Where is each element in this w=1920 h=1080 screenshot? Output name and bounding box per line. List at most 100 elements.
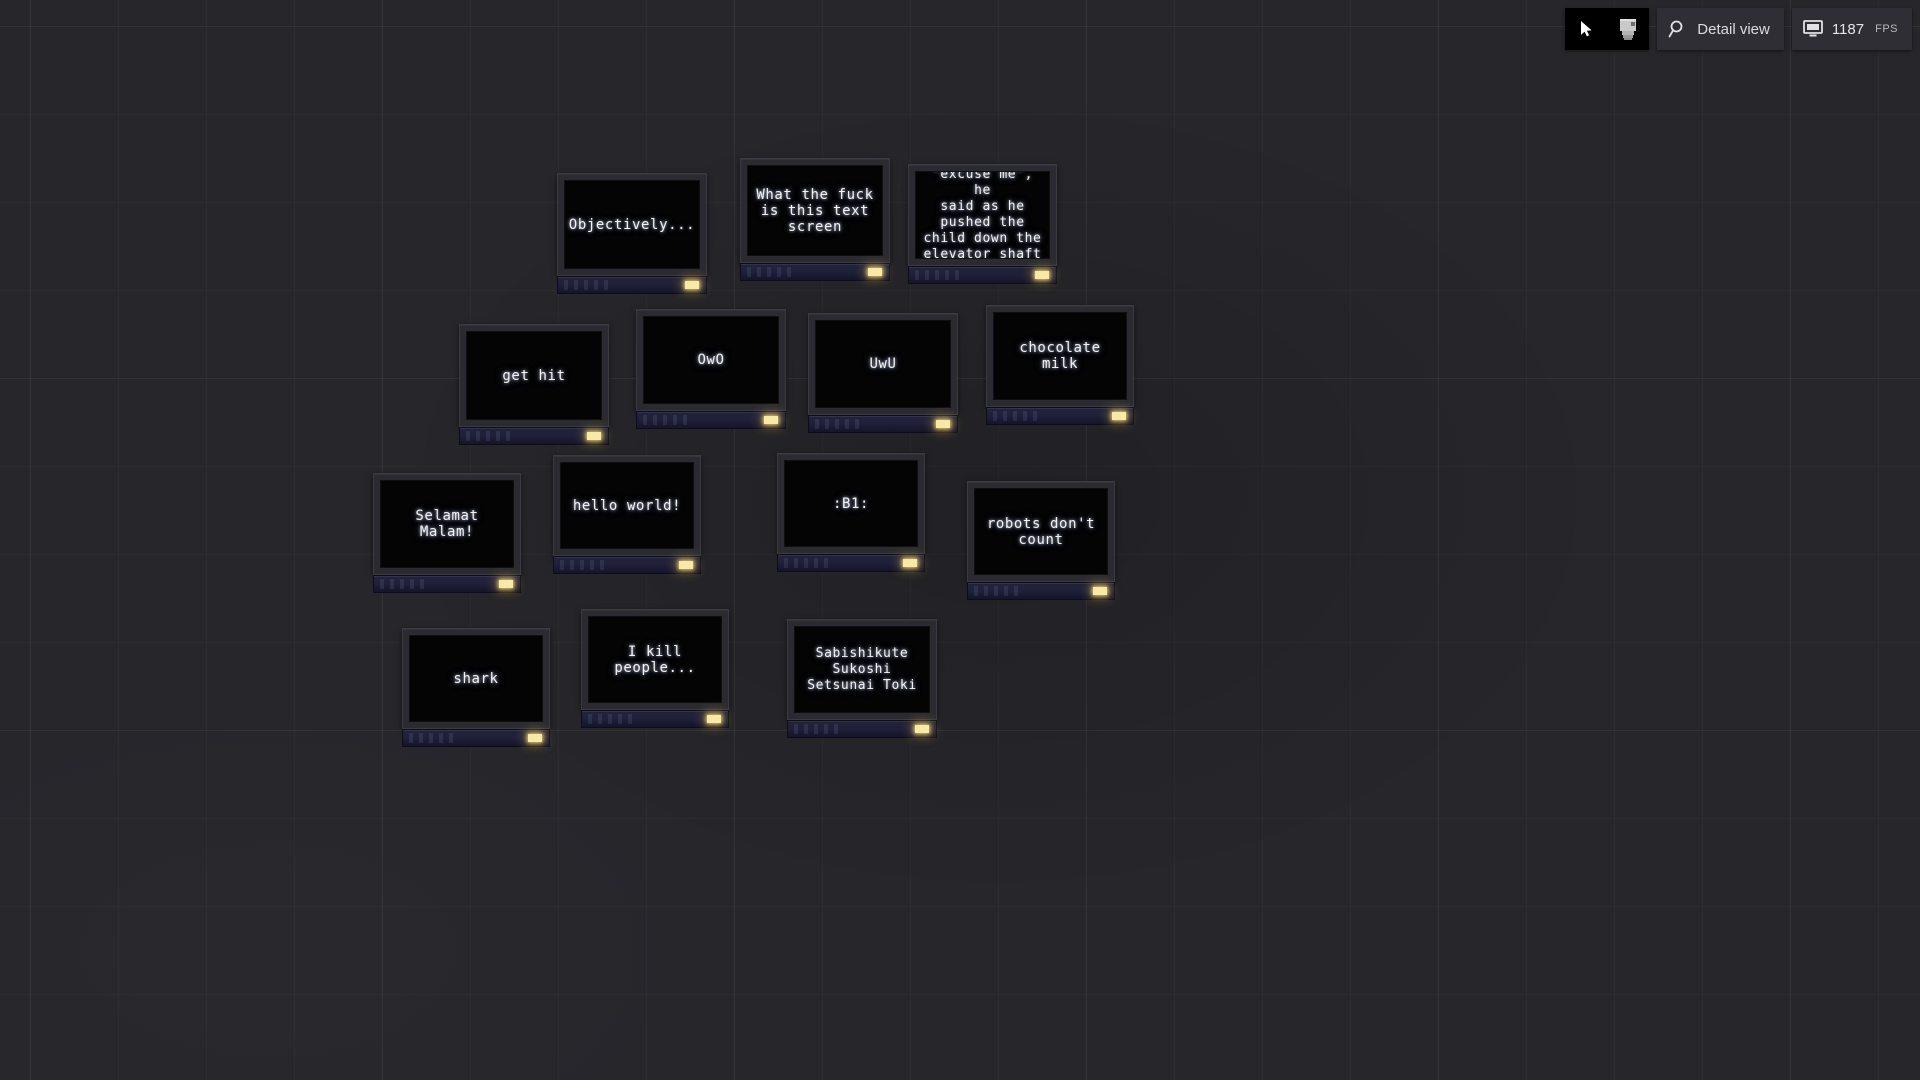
- fps-unit-label: FPS: [1875, 23, 1898, 35]
- message-screen-base: [986, 407, 1134, 425]
- message-screen-text: robots don't count: [986, 515, 1096, 548]
- status-led-icon: [679, 561, 693, 569]
- message-screen-base-ridges: [993, 411, 1039, 421]
- message-screen-display: chocolate milk: [993, 312, 1127, 400]
- message-screen-text: get hit: [502, 367, 566, 384]
- message-screen-display: "excuse me", he said as he pushed the ch…: [915, 171, 1050, 259]
- message-screen-base: [777, 554, 925, 572]
- player-unit-icon: [1620, 19, 1637, 40]
- message-screen-display: OwO: [643, 316, 779, 404]
- message-screen-display: hello world!: [560, 462, 694, 549]
- message-screen-frame[interactable]: What the fuck is this text screen: [740, 158, 890, 263]
- message-screen-base-ridges: [409, 733, 455, 743]
- message-screen-text: shark: [453, 670, 499, 687]
- fps-value: 1187: [1831, 20, 1865, 38]
- status-led-icon: [903, 559, 917, 567]
- message-screen-frame[interactable]: OwO: [636, 309, 786, 411]
- fps-counter[interactable]: 1187 FPS: [1791, 8, 1912, 50]
- message-screen-frame[interactable]: Sabishikute Sukoshi Setsunai Toki: [787, 619, 937, 720]
- message-screen-display: I kill people...: [588, 616, 722, 703]
- message-screen-display: robots don't count: [974, 488, 1108, 575]
- message-screen-base: [967, 582, 1115, 600]
- player-unit-icon-button[interactable]: [1607, 8, 1650, 50]
- message-screen-display: :B1:: [784, 460, 918, 547]
- message-screen-base-ridges: [466, 431, 512, 441]
- message-screen-base: [459, 427, 609, 445]
- message-screen-frame[interactable]: robots don't count: [967, 481, 1115, 582]
- message-screen-text: Objectively...: [568, 216, 696, 233]
- message-screen-base-ridges: [815, 419, 861, 429]
- message-screen-frame[interactable]: shark: [402, 628, 550, 729]
- message-screen-base: [740, 263, 890, 281]
- status-led-icon: [685, 281, 699, 289]
- message-screen-base: [557, 276, 707, 294]
- message-screen-text: "excuse me", he said as he pushed the ch…: [923, 171, 1042, 259]
- message-screen-base-ridges: [794, 724, 840, 734]
- message-screen-text: I kill people...: [614, 643, 696, 676]
- message-screen-frame[interactable]: "excuse me", he said as he pushed the ch…: [908, 164, 1057, 266]
- message-screen-frame[interactable]: get hit: [459, 324, 609, 427]
- message-screen-text: Sabishikute Sukoshi Setsunai Toki: [807, 645, 917, 693]
- message-screen-display: Selamat Malam!: [380, 480, 514, 568]
- message-screen-text: :B1:: [832, 495, 870, 512]
- hud-selection-group: [1565, 8, 1650, 50]
- message-screen-text: What the fuck is this text screen: [756, 186, 874, 235]
- top-right-hud: Detail view 1187 FPS: [1565, 8, 1912, 50]
- message-screen-base: [402, 729, 550, 747]
- message-screen-frame[interactable]: Selamat Malam!: [373, 473, 521, 575]
- message-screen-base: [581, 710, 729, 728]
- message-screen-base: [908, 266, 1057, 284]
- message-screen-display: Sabishikute Sukoshi Setsunai Toki: [794, 626, 930, 713]
- message-screen-display: shark: [409, 635, 543, 722]
- detail-view-label: Detail view: [1697, 20, 1770, 38]
- message-screen-frame[interactable]: chocolate milk: [986, 305, 1134, 407]
- message-screen-frame[interactable]: I kill people...: [581, 609, 729, 710]
- message-screen-base: [553, 556, 701, 574]
- message-screen-frame[interactable]: Objectively...: [557, 173, 707, 276]
- message-screen-base: [373, 575, 521, 593]
- hud-fps-group: 1187 FPS: [1791, 8, 1912, 50]
- message-screen-text: Selamat Malam!: [415, 508, 479, 540]
- cursor-arrow-icon-button[interactable]: [1565, 8, 1608, 50]
- message-screen-frame[interactable]: :B1:: [777, 453, 925, 554]
- message-screen-display: What the fuck is this text screen: [747, 165, 883, 256]
- status-led-icon: [587, 432, 601, 440]
- status-led-icon: [1112, 412, 1126, 420]
- status-led-icon: [764, 416, 778, 424]
- status-led-icon: [707, 715, 721, 723]
- message-screen-display: Objectively...: [564, 180, 700, 269]
- message-screen-frame[interactable]: hello world!: [553, 455, 701, 556]
- message-screen-base: [636, 411, 786, 429]
- message-screen-base-ridges: [747, 267, 793, 277]
- message-screen-text: OwO: [697, 352, 725, 368]
- message-screen-base-ridges: [380, 579, 426, 589]
- status-led-icon: [915, 725, 929, 733]
- detail-view-button[interactable]: Detail view: [1657, 8, 1784, 50]
- status-led-icon: [1035, 271, 1049, 279]
- message-screen-text: hello world!: [572, 497, 682, 514]
- message-screen-base-ridges: [974, 586, 1020, 596]
- status-led-icon: [936, 420, 950, 428]
- message-screen-display: get hit: [466, 331, 602, 420]
- hud-view-group: Detail view: [1657, 8, 1784, 50]
- message-screen-display: UwU: [815, 320, 951, 408]
- status-led-icon: [528, 734, 542, 742]
- message-screen-base-ridges: [915, 270, 961, 280]
- message-screen-text: chocolate milk: [1019, 340, 1101, 372]
- message-screen-base: [808, 415, 958, 433]
- message-screen-base-ridges: [560, 560, 606, 570]
- magnifier-icon: [1668, 20, 1683, 38]
- monitor-icon: [1802, 20, 1823, 37]
- status-led-icon: [499, 580, 513, 588]
- message-screen-base-ridges: [784, 558, 830, 568]
- message-screen-base-ridges: [588, 714, 634, 724]
- status-led-icon: [868, 268, 882, 276]
- message-screen-base-ridges: [643, 415, 689, 425]
- message-screen-base-ridges: [564, 280, 610, 290]
- message-screen-frame[interactable]: UwU: [808, 313, 958, 415]
- message-screen-base: [787, 720, 937, 738]
- cursor-arrow-icon: [1581, 21, 1592, 37]
- world-background-grid: [0, 0, 1920, 1080]
- message-screen-text: UwU: [869, 356, 897, 372]
- status-led-icon: [1093, 587, 1107, 595]
